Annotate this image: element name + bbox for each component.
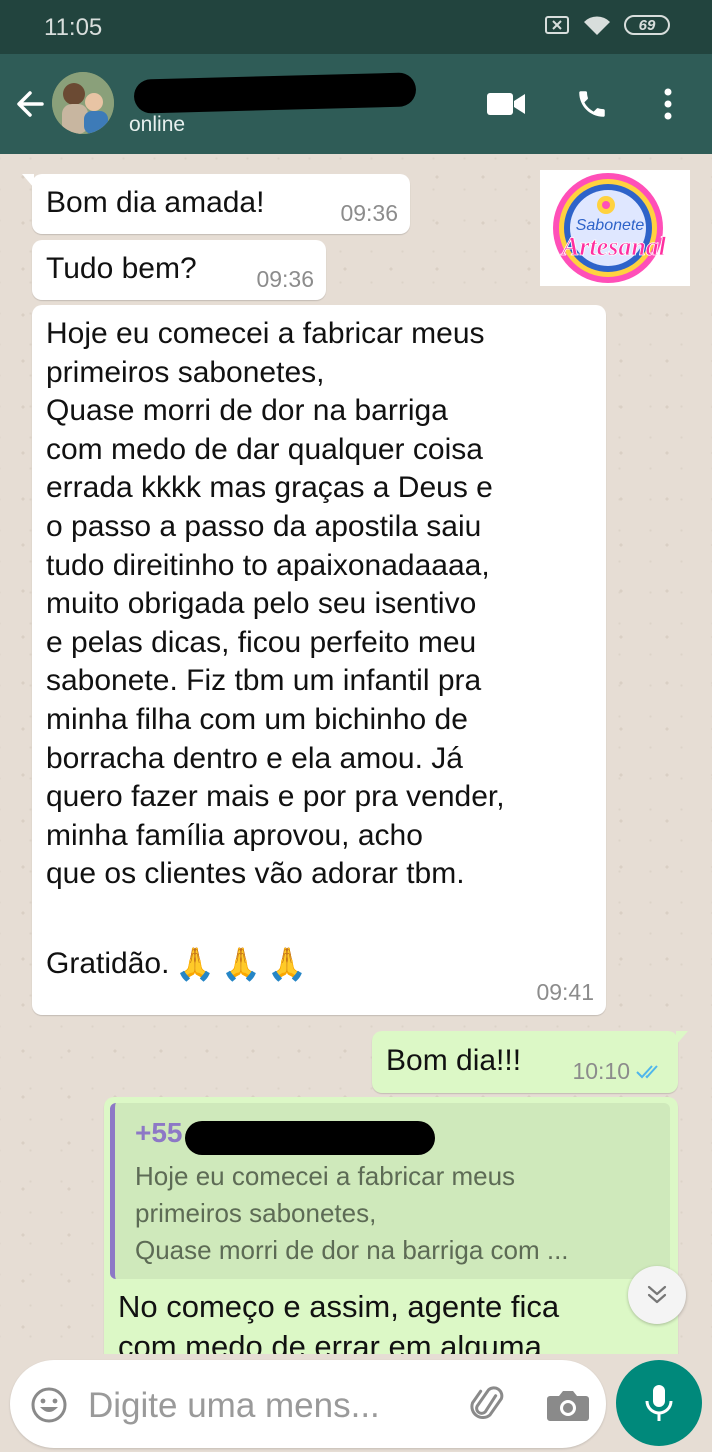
phone-icon bbox=[579, 91, 605, 117]
message-incoming[interactable]: Bom dia amada! 09:36 bbox=[22, 174, 410, 234]
microphone-icon bbox=[645, 1385, 673, 1421]
more-options-button[interactable] bbox=[654, 84, 682, 124]
message-text: Bom dia!!! bbox=[386, 1044, 522, 1077]
message-time-status: 10:10 bbox=[572, 1058, 666, 1085]
sticker-sabonete-artesanal[interactable]: Sabonete Artesanal bbox=[540, 170, 690, 286]
message-input-placeholder: Digite uma mens... bbox=[88, 1386, 380, 1425]
status-icons: 69 bbox=[544, 14, 670, 36]
message-incoming[interactable]: Hoje eu comecei a fabricar meus primeiro… bbox=[32, 305, 606, 1015]
message-outgoing-reply[interactable]: +55 Hoje eu comecei a fabricar meus prim… bbox=[104, 1097, 678, 1354]
contact-status: online bbox=[129, 113, 186, 136]
sticker-image: Sabonete Artesanal bbox=[553, 173, 667, 283]
message-time: 09:36 bbox=[256, 266, 314, 292]
back-arrow-icon[interactable] bbox=[12, 86, 48, 122]
quoted-author-redacted bbox=[185, 1121, 435, 1155]
quoted-text: Hoje eu comecei a fabricar meus primeiro… bbox=[135, 1161, 569, 1265]
double-check-read-icon bbox=[636, 1064, 658, 1078]
message-time: 10:10 bbox=[572, 1058, 630, 1084]
attach-icon[interactable] bbox=[470, 1384, 508, 1424]
chat-header: online bbox=[0, 54, 712, 154]
more-vert-icon bbox=[664, 88, 672, 120]
scroll-to-bottom-button[interactable] bbox=[628, 1266, 686, 1324]
battery-icon: 69 bbox=[624, 15, 670, 35]
message-time: 09:36 bbox=[340, 200, 398, 226]
message-input[interactable]: Digite uma mens... bbox=[10, 1360, 606, 1448]
no-sim-icon bbox=[545, 16, 569, 34]
voice-message-button[interactable] bbox=[616, 1360, 702, 1446]
double-chevron-down-icon bbox=[647, 1285, 667, 1304]
wifi-icon bbox=[584, 16, 610, 35]
quoted-message[interactable]: +55 Hoje eu comecei a fabricar meus prim… bbox=[110, 1103, 670, 1279]
quoted-author: +55 bbox=[135, 1117, 183, 1148]
camera-icon[interactable] bbox=[546, 1388, 590, 1422]
chat-area[interactable]: Bom dia amada! 09:36 Tudo bem? 09:36 Sab… bbox=[0, 154, 712, 1354]
emoji-icon[interactable] bbox=[30, 1386, 68, 1424]
message-outgoing[interactable]: Bom dia!!! 10:10 bbox=[372, 1031, 688, 1093]
video-camera-icon bbox=[487, 93, 525, 115]
avatar-photo bbox=[52, 72, 114, 134]
praying-hands-emoji: 🙏🙏🙏 bbox=[175, 946, 313, 982]
video-call-button[interactable] bbox=[484, 84, 528, 124]
message-last-line: Gratidão. 🙏🙏🙏 bbox=[46, 945, 313, 983]
sticker-line-2: Artesanal bbox=[560, 232, 667, 261]
battery-level: 69 bbox=[638, 16, 656, 34]
message-time: 09:41 bbox=[536, 979, 594, 1005]
message-incoming[interactable]: Tudo bem? 09:36 bbox=[32, 240, 326, 300]
status-time: 11:05 bbox=[44, 14, 103, 41]
message-text: Bom dia amada! bbox=[46, 186, 265, 219]
message-composer: Digite uma mens... bbox=[0, 1354, 712, 1452]
gratitude-text: Gratidão. bbox=[46, 947, 170, 980]
message-text: No começo e assim, agente fica com medo … bbox=[118, 1289, 560, 1354]
status-bar: 11:05 69 bbox=[0, 0, 712, 54]
contact-name-redacted[interactable] bbox=[130, 72, 420, 114]
contact-avatar[interactable] bbox=[52, 72, 114, 134]
voice-call-button[interactable] bbox=[572, 84, 612, 124]
message-text: Tudo bem? bbox=[46, 252, 197, 285]
message-text: Hoje eu comecei a fabricar meus primeiro… bbox=[46, 317, 505, 891]
